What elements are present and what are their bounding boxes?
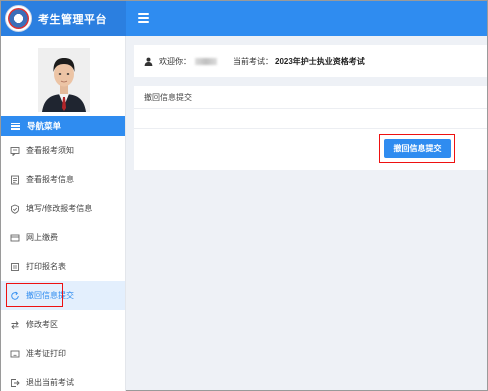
sidebar-item-exit-exam[interactable]: 退出当前考试: [1, 368, 125, 391]
sidebar-item-label: 填写/修改报考信息: [26, 204, 93, 213]
sidebar-item-label: 查看报考信息: [26, 175, 74, 184]
withdraw-submission-button[interactable]: 撤回信息提交: [384, 139, 451, 158]
menu-icon: [11, 122, 20, 130]
sidebar-item-online-payment[interactable]: 网上缴费: [1, 223, 125, 252]
avatar: [38, 48, 90, 112]
panel-body: [134, 109, 487, 129]
current-exam-name: 2023年护士执业资格考试: [275, 56, 365, 66]
sidebar-item-label: 撤回信息提交: [26, 291, 74, 300]
sidebar-item-label: 准考证打印: [26, 349, 66, 358]
nav-list: 查看报考须知 查看报考信息 填写/修改报考信息 网上缴费 打印报名表 撤回信息提…: [1, 136, 125, 391]
sidebar-item-label: 网上缴费: [26, 233, 58, 242]
nav-menu-title: 导航菜单: [27, 121, 62, 131]
swap-icon: [10, 320, 20, 330]
sidebar-item-label: 修改考区: [26, 320, 58, 329]
brand: 考生管理平台: [1, 1, 126, 36]
welcome-bar: 欢迎你： 当前考试： 2023年护士执业资格考试: [134, 45, 487, 77]
printer-icon: [10, 262, 20, 272]
user-icon: [144, 57, 153, 66]
sidebar-item-withdraw-submission[interactable]: 撤回信息提交: [1, 281, 125, 310]
sidebar-item-print-form[interactable]: 打印报名表: [1, 252, 125, 281]
sidebar: 导航菜单 查看报考须知 查看报考信息 填写/修改报考信息 网上缴费 打印报名表 …: [1, 36, 126, 391]
card-icon: [10, 233, 20, 243]
panel-title: 撤回信息提交: [134, 86, 487, 109]
sidebar-item-label: 退出当前考试: [26, 378, 74, 387]
sidebar-item-label: 打印报名表: [26, 262, 66, 271]
exit-icon: [10, 378, 20, 388]
username-redacted: [195, 57, 217, 65]
undo-icon: [10, 291, 20, 301]
document-icon: [10, 175, 20, 185]
current-exam-label: 当前考试：: [233, 56, 273, 66]
sidebar-item-label: 查看报考须知: [26, 146, 74, 155]
sidebar-item-admission-ticket[interactable]: 准考证打印: [1, 339, 125, 368]
top-bar: 考生管理平台: [1, 1, 487, 36]
welcome-label: 欢迎你：: [159, 56, 191, 66]
panel-footer: 撤回信息提交: [134, 129, 487, 169]
sidebar-item-edit-info[interactable]: 填写/修改报考信息: [1, 194, 125, 223]
ticket-icon: [10, 349, 20, 359]
sidebar-item-view-info[interactable]: 查看报考信息: [1, 165, 125, 194]
withdraw-panel: 撤回信息提交 撤回信息提交: [134, 86, 487, 170]
notice-icon: [10, 146, 20, 156]
nav-menu-header: 导航菜单: [1, 116, 125, 136]
app-title: 考生管理平台: [38, 13, 107, 26]
school-emblem-icon: [5, 5, 32, 32]
sidebar-item-exam-notice[interactable]: 查看报考须知: [1, 136, 125, 165]
hamburger-icon[interactable]: [138, 13, 149, 23]
sidebar-item-change-region[interactable]: 修改考区: [1, 310, 125, 339]
shield-check-icon: [10, 204, 20, 214]
